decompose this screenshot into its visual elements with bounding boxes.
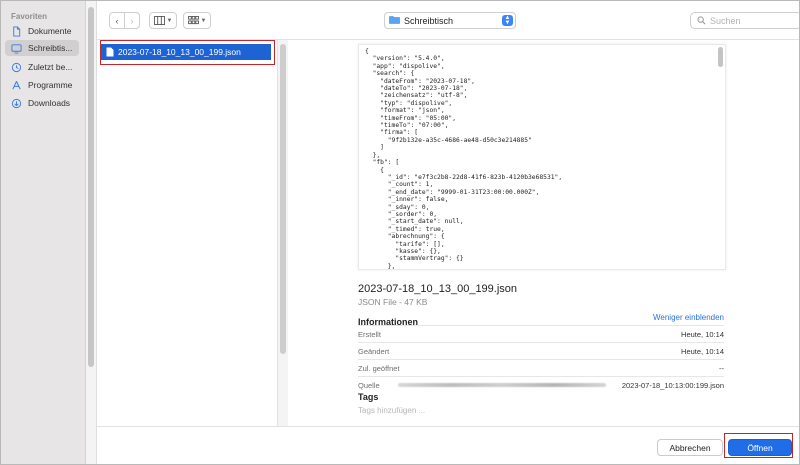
grid-icon <box>187 16 199 25</box>
info-row-label: Quelle <box>358 381 380 390</box>
info-row-value: 2023-07-18_10:13:00:199.json <box>621 381 724 390</box>
show-less-link[interactable]: Weniger einblenden <box>653 313 724 322</box>
preview-meta: JSON File - 47 KB <box>358 297 428 307</box>
sidebar-scrollbar[interactable] <box>86 1 97 464</box>
desktop-icon <box>8 43 24 54</box>
info-row-label: Geändert <box>358 347 390 356</box>
forward-button[interactable]: › <box>125 12 140 29</box>
folder-icon <box>389 15 400 26</box>
info-row-value: Heute, 10:14 <box>681 330 724 339</box>
download-icon <box>8 98 24 109</box>
preview-scrollbar[interactable] <box>718 47 723 67</box>
recent-icon <box>8 62 24 73</box>
info-row-label: Erstellt <box>358 330 381 339</box>
search-icon <box>697 16 706 25</box>
sidebar: Favoriten Dokumente Schreibtis... Zuletz… <box>1 1 86 464</box>
sidebar-item-label: Zuletzt be... <box>28 62 73 72</box>
sidebar-item-label: Dokumente <box>28 26 72 36</box>
scrollbar-thumb[interactable] <box>88 7 94 367</box>
info-row-label: Zul. geöffnet <box>358 364 400 373</box>
sidebar-item-label: Schreibtis... <box>28 43 73 53</box>
info-row-created: Erstellt Heute, 10:14 <box>358 325 724 343</box>
chevron-down-icon: ▼ <box>200 17 207 24</box>
nav-buttons: ‹ › <box>109 12 140 29</box>
location-popup[interactable]: Schreibtisch ▲ ▼ <box>384 12 516 29</box>
column-scrollbar[interactable] <box>277 40 288 426</box>
open-button-highlight <box>724 433 793 458</box>
redacted-source <box>398 383 606 387</box>
tags-input[interactable]: Tags hinzufügen ... <box>358 406 425 415</box>
info-row-last-opened: Zul. geöffnet -- <box>358 359 724 377</box>
sidebar-item-label: Downloads <box>28 98 71 108</box>
scrollbar-thumb[interactable] <box>280 44 286 354</box>
preview-title: 2023-07-18_10_13_00_199.json <box>358 283 518 295</box>
tags-label: Tags <box>358 392 379 402</box>
sidebar-item-dokumente[interactable]: Dokumente <box>5 23 79 39</box>
apps-icon <box>8 80 24 91</box>
sidebar-item-downloads[interactable]: Downloads <box>5 95 79 111</box>
sidebar-heading: Favoriten <box>11 12 48 21</box>
file-preview: { "version": "5.4.0", "app": "dispolive"… <box>358 44 726 270</box>
info-row-value: -- <box>719 364 724 373</box>
json-preview: { "version": "5.4.0", "app": "dispolive"… <box>365 48 563 270</box>
sidebar-item-programme[interactable]: Programme <box>5 77 79 93</box>
sidebar-item-zuletzt[interactable]: Zuletzt be... <box>5 59 79 75</box>
file-column: 2023-07-18_10_13_00_199.json <box>97 40 277 426</box>
search-field[interactable] <box>690 12 799 29</box>
preview-pane: { "version": "5.4.0", "app": "dispolive"… <box>288 40 799 426</box>
stepper-icon: ▲ ▼ <box>502 15 513 26</box>
chevron-down-icon: ▼ <box>166 17 173 24</box>
info-row-source: Quelle 2023-07-18_10:13:00:199.json <box>358 376 724 394</box>
toolbar: ‹ › ▼ ▼ Schreibtisch ▲ ▼ <box>97 1 799 40</box>
search-input[interactable] <box>710 15 790 26</box>
dialog-footer: Abbrechen Öffnen <box>97 426 799 464</box>
back-button[interactable]: ‹ <box>109 12 125 29</box>
info-row-value: Heute, 10:14 <box>681 347 724 356</box>
cancel-button[interactable]: Abbrechen <box>657 439 723 456</box>
info-row-modified: Geändert Heute, 10:14 <box>358 342 724 360</box>
document-icon <box>8 25 24 37</box>
sidebar-item-schreibtisch[interactable]: Schreibtis... <box>5 40 79 56</box>
column-view-button[interactable]: ▼ <box>149 12 177 29</box>
file-open-dialog: Favoriten Dokumente Schreibtis... Zuletz… <box>0 0 800 465</box>
sidebar-item-label: Programme <box>28 80 73 90</box>
group-view-button[interactable]: ▼ <box>183 12 211 29</box>
file-selection-highlight <box>100 40 275 65</box>
columns-icon <box>153 16 165 25</box>
location-label: Schreibtisch <box>404 15 454 26</box>
